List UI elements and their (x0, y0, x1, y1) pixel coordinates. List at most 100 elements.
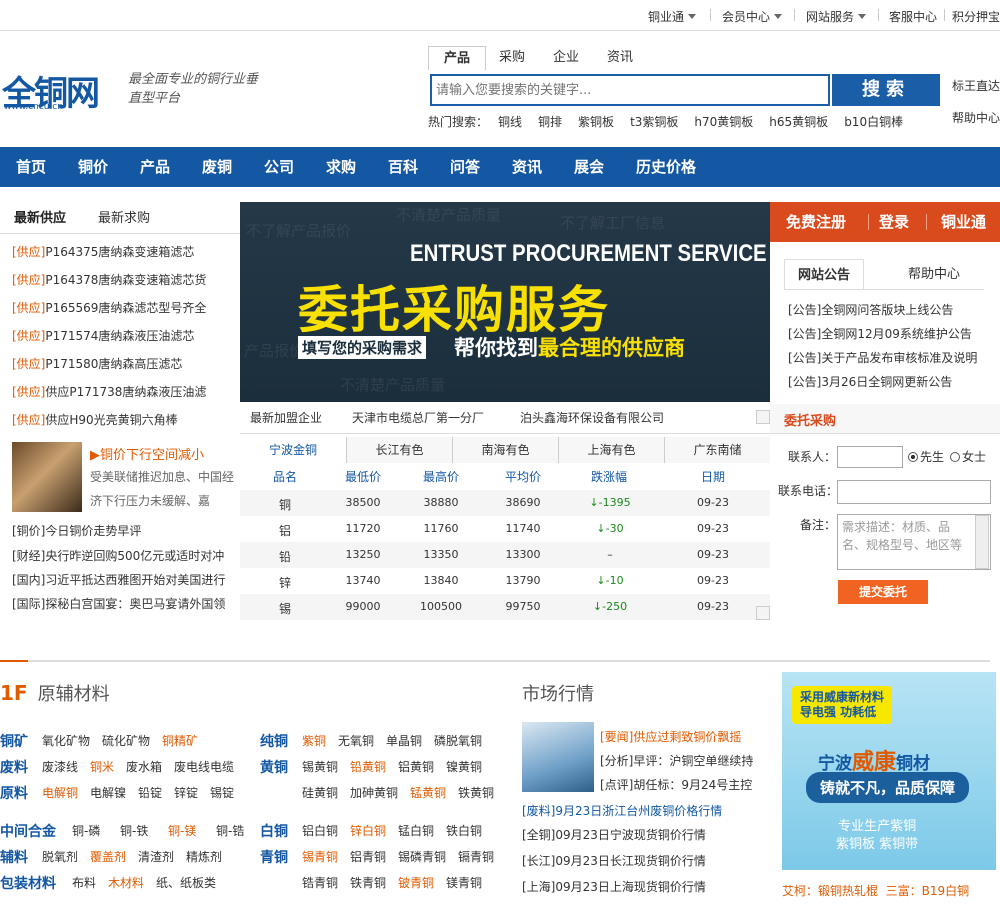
search-tab-news[interactable]: 资讯 (600, 46, 640, 70)
category-link[interactable]: 精炼剂 (186, 848, 222, 865)
topbar-member-center[interactable]: 会员中心 (722, 8, 783, 25)
member-company-link[interactable]: 天津市电缆总厂第一分厂 (352, 404, 484, 432)
category-link[interactable]: 镍黄铜 (446, 758, 482, 775)
hot-term[interactable]: h70黄铜板 (694, 115, 753, 129)
site-logo[interactable]: 全铜网 www.cncu.cn 最全面专业的铜行业垂直型平台 (0, 64, 260, 114)
category-link[interactable]: 铜-镁 (168, 822, 196, 839)
market-item[interactable]: [分析]早评：沪铜空单继续持 (600, 752, 753, 769)
ad-link[interactable]: 艾柯：锻铜热轧棍 (782, 884, 878, 898)
category-link[interactable]: 覆盖剂 (90, 848, 126, 865)
category-link[interactable]: 铜-铁 (120, 822, 148, 839)
tab-guangdong[interactable]: 广东南储 (664, 437, 770, 463)
category-link[interactable]: 铝白铜 (302, 822, 338, 839)
category-link[interactable]: 废漆线 (42, 758, 78, 775)
market-item[interactable]: [点评]胡任标：9月24号主控 (600, 776, 752, 793)
news-item[interactable]: [财经]央行昨逆回购500亿元或适时对冲 (12, 547, 224, 564)
tab-latest-demand[interactable]: 最新求购 (98, 204, 150, 234)
nav-encyclopedia[interactable]: 百科 (388, 147, 418, 187)
nav-exhibitions[interactable]: 展会 (574, 147, 604, 187)
market-item[interactable]: [长江]09月23日长江现货铜价行情 (522, 852, 706, 869)
category-link[interactable]: 氧化矿物 (42, 732, 90, 749)
topbar-site-services[interactable]: 网站服务 (806, 8, 867, 25)
category-heading[interactable]: 辅料 (0, 847, 28, 867)
news-item[interactable]: [国内]习近平抵达西雅图开始对美国进行 (12, 571, 225, 588)
market-item[interactable]: [上海]09月23日上海现货铜价行情 (522, 878, 706, 895)
market-item[interactable]: [全铜]09月23日宁波现货铜价行情 (522, 826, 706, 843)
category-link[interactable]: 纸、纸板类 (156, 874, 216, 891)
hot-term[interactable]: b10白铜棒 (844, 115, 903, 129)
tab-help-center[interactable]: 帮助中心 (894, 259, 974, 290)
ad-link[interactable]: 三富：B19白铜 (886, 884, 970, 898)
category-link[interactable]: 锌白铜 (350, 822, 386, 839)
gender-female-radio[interactable]: 女士 (950, 448, 986, 465)
market-item[interactable]: [废料]9月23日浙江台州废铜价格行情 (522, 802, 722, 819)
category-link[interactable]: 铜精矿 (162, 732, 198, 749)
category-link[interactable]: 磷脱氧铜 (434, 732, 482, 749)
category-link[interactable]: 铁黄铜 (458, 784, 494, 801)
news-item[interactable]: [铜价]今日铜价走势早评 (12, 522, 141, 539)
nav-qa[interactable]: 问答 (450, 147, 480, 187)
category-link[interactable]: 紫铜 (302, 732, 326, 749)
textarea-scrollbar[interactable] (975, 515, 989, 569)
notice-item[interactable]: [公告]全铜网12月09系统维护公告 (788, 325, 972, 342)
submit-entrust-button[interactable]: 提交委托 (838, 580, 928, 604)
list-item[interactable]: [供应]P171580唐纳森高压滤芯 (12, 355, 182, 372)
category-link[interactable]: 单晶铜 (386, 732, 422, 749)
topbar-points[interactable]: 积分押宝 (952, 8, 1000, 25)
category-link[interactable]: 锡磷青铜 (398, 848, 446, 865)
nav-scrap-copper[interactable]: 废铜 (202, 147, 232, 187)
news-headline[interactable]: ▶铜价下行空间减小 (90, 444, 204, 463)
category-heading[interactable]: 纯铜 (260, 731, 288, 751)
category-link[interactable]: 锌锭 (174, 784, 198, 801)
category-link[interactable]: 铝青铜 (350, 848, 386, 865)
category-heading[interactable]: 黄铜 (260, 757, 288, 777)
category-link[interactable]: 锡青铜 (302, 848, 338, 865)
member-company-link[interactable]: 泊头鑫海环保设备有限公司 (520, 404, 664, 432)
notice-item[interactable]: [公告]3月26日全铜网更新公告 (788, 373, 952, 390)
scroll-up-icon[interactable] (756, 410, 770, 424)
notice-item[interactable]: [公告]全铜网问答版块上线公告 (788, 301, 953, 318)
search-tab-product[interactable]: 产品 (428, 46, 486, 70)
tab-site-notice[interactable]: 网站公告 (784, 259, 864, 290)
hot-term[interactable]: h65黄铜板 (769, 115, 828, 129)
category-link[interactable]: 脱氧剂 (42, 848, 78, 865)
tab-shanghai[interactable]: 上海有色 (558, 437, 664, 463)
category-link[interactable]: 废水箱 (126, 758, 162, 775)
notice-item[interactable]: [公告]关于产品发布审核标准及说明 (788, 349, 977, 366)
list-item[interactable]: [供应]P171574唐纳森液压油滤芯 (12, 327, 194, 344)
category-heading[interactable]: 白铜 (260, 821, 288, 841)
nav-price-history[interactable]: 历史价格 (636, 147, 696, 187)
entrust-banner[interactable]: 不了解产品报价 不清楚产品质量 不了解工厂信息 产品报价 不清楚产品质量 ENT… (240, 202, 770, 402)
list-item[interactable]: [供应]供应P171738唐纳森液压油滤 (12, 383, 206, 400)
category-link[interactable]: 废电线电缆 (174, 758, 234, 775)
category-heading[interactable]: 废料 (0, 757, 28, 777)
category-link[interactable]: 铍青铜 (398, 874, 434, 891)
category-link[interactable]: 清渣剂 (138, 848, 174, 865)
list-item[interactable]: [供应]P164375唐纳森变速箱滤芯 (12, 243, 194, 260)
category-link[interactable]: 锰黄铜 (410, 784, 446, 801)
category-link[interactable]: 加砷黄铜 (350, 784, 398, 801)
category-heading[interactable]: 铜矿 (0, 731, 28, 751)
tab-nanhai[interactable]: 南海有色 (452, 437, 558, 463)
nav-buying[interactable]: 求购 (326, 147, 356, 187)
nav-news[interactable]: 资讯 (512, 147, 542, 187)
category-heading[interactable]: 青铜 (260, 847, 288, 867)
news-thumbnail[interactable] (12, 442, 82, 512)
category-link[interactable]: 锡锭 (210, 784, 234, 801)
tab-ningbo[interactable]: 宁波金铜 (240, 437, 346, 463)
category-link[interactable]: 硅黄铜 (302, 784, 338, 801)
category-link[interactable]: 电解镍 (90, 784, 126, 801)
nav-home[interactable]: 首页 (16, 147, 46, 187)
note-textarea[interactable]: 需求描述：材质、品名、规格型号、地区等 (837, 514, 991, 570)
topbar-copper-pass[interactable]: 铜业通 (648, 8, 697, 25)
tab-latest-supply[interactable]: 最新供应 (14, 204, 66, 234)
news-item[interactable]: [国际]探秘白宫国宴：奥巴马宴请外国领 (12, 595, 225, 612)
copper-pass-button[interactable]: 铜业通 (941, 202, 986, 242)
top-rank-link[interactable]: 标王直达 (952, 70, 1000, 102)
category-link[interactable]: 铅黄铜 (350, 758, 386, 775)
category-link[interactable]: 铜米 (90, 758, 114, 775)
category-link[interactable]: 镉青铜 (458, 848, 494, 865)
search-button[interactable]: 搜索 (832, 74, 940, 106)
contact-input[interactable] (837, 446, 903, 468)
ad-banner[interactable]: 采用威康新材料 导电强 功耗低 宁波威康铜材 铸就不凡，品质保障 专业生产紫铜 紫铜… (782, 672, 996, 870)
